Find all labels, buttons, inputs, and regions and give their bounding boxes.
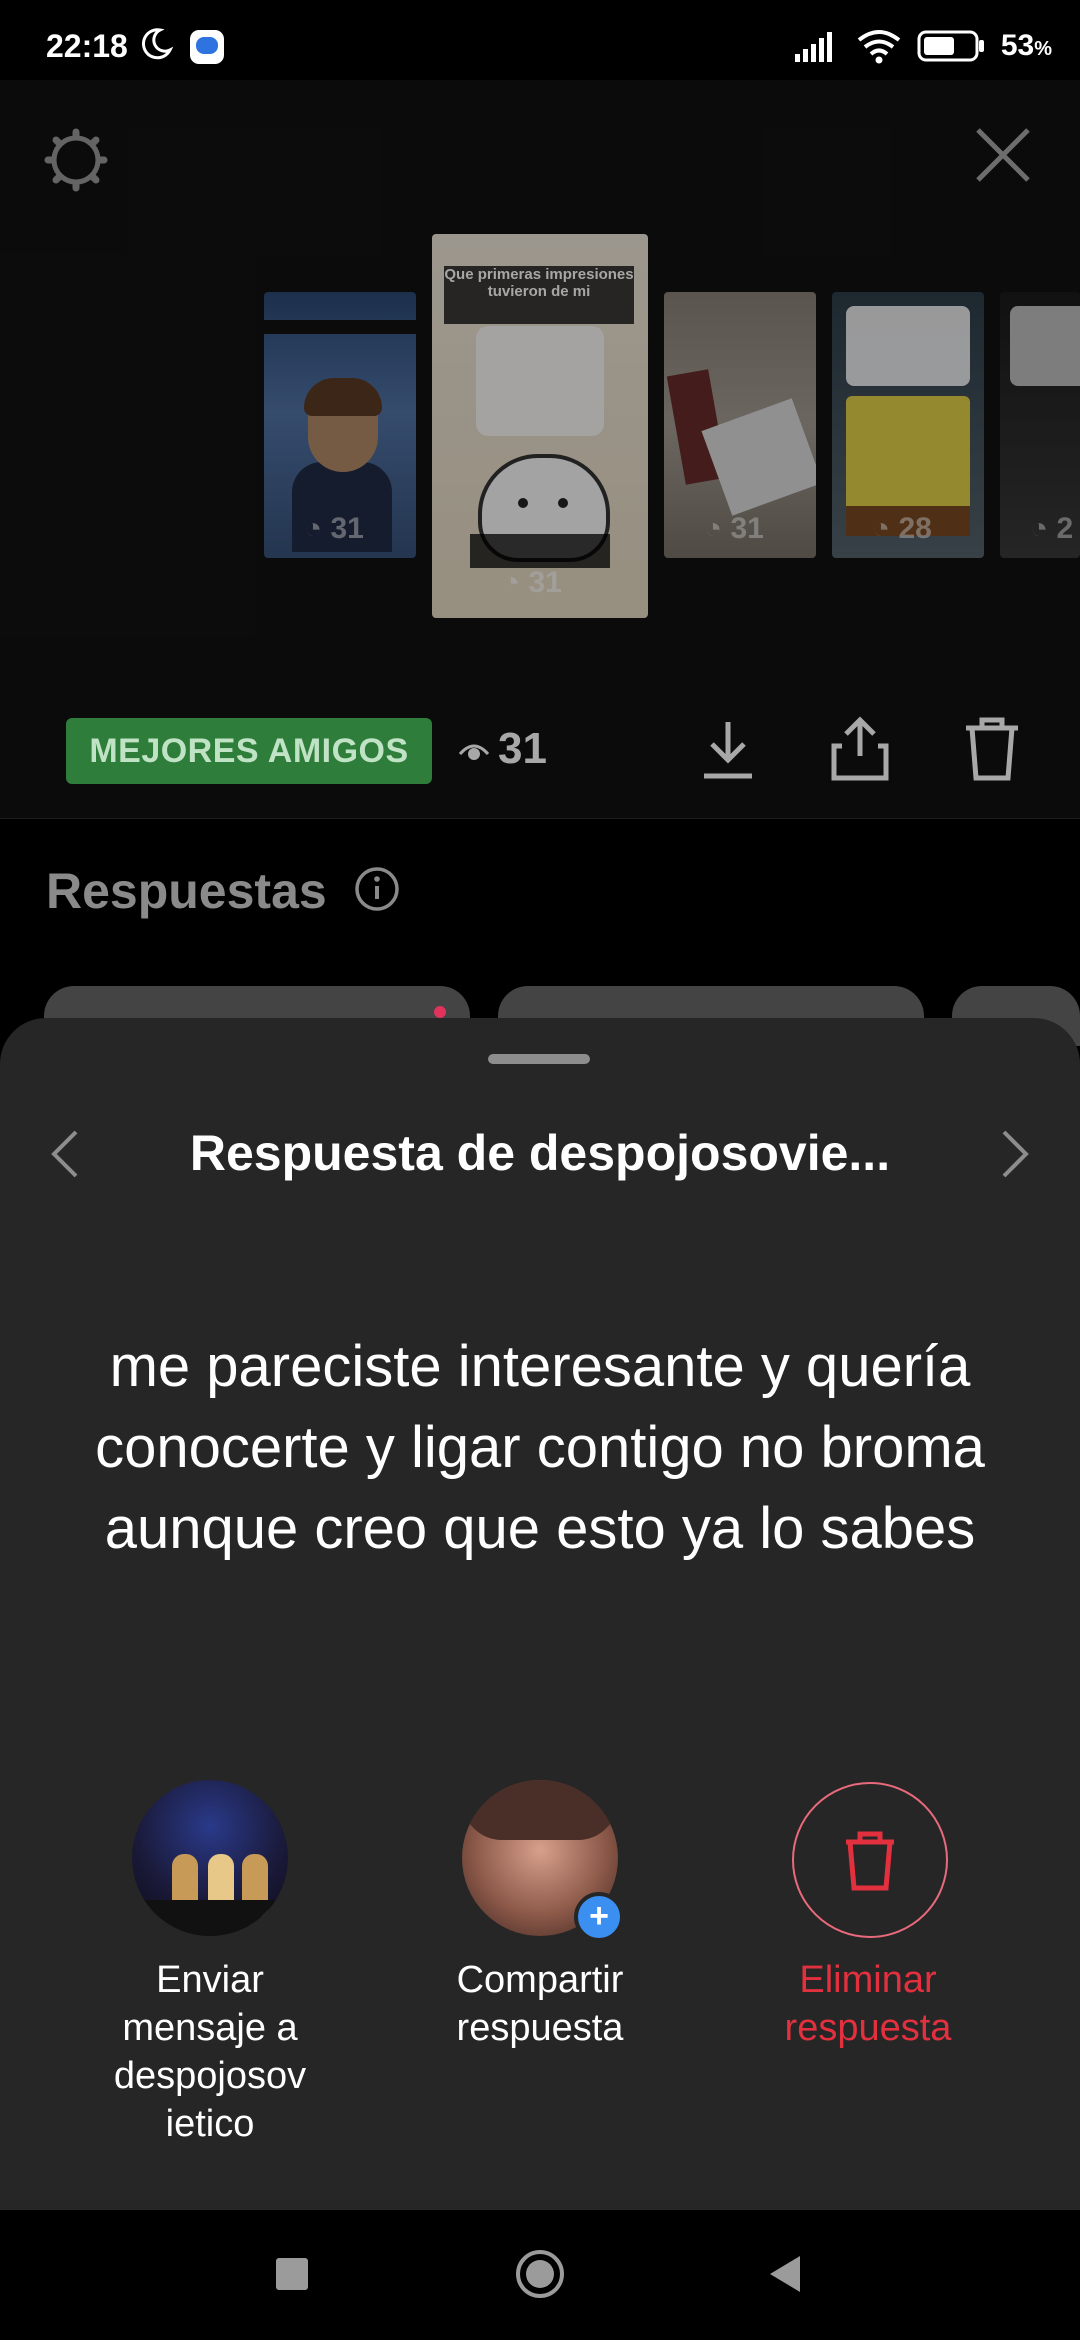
status-time: 22:18 [46, 28, 128, 64]
story-thumbnail[interactable]: ◔ 28 [832, 292, 984, 558]
trash-icon [846, 1831, 894, 1891]
selected-story-pointer [514, 654, 566, 684]
unread-dot [434, 1006, 446, 1018]
sheet-title: Respuesta de despojosovie... [189, 1125, 891, 1181]
delete-response-button[interactable] [792, 1782, 948, 1938]
settings-gear-icon[interactable] [44, 128, 108, 192]
share-response-label[interactable]: Compartir respuesta [425, 1956, 655, 2052]
close-icon[interactable] [972, 124, 1034, 186]
responses-heading: Respuestas [46, 863, 327, 919]
question-sticker [476, 326, 604, 436]
do-not-disturb-moon-icon [141, 28, 174, 60]
views-count[interactable]: 31 [498, 724, 547, 774]
home-button[interactable] [514, 2248, 566, 2300]
signal-icon [794, 32, 832, 62]
thumbnail-caption-bar [264, 320, 416, 334]
battery-icon [917, 30, 984, 62]
back-button[interactable] [766, 2254, 804, 2294]
plus-icon: + [574, 1892, 624, 1942]
character-hair [304, 378, 382, 416]
thumbnail-caption: Que primeras impresiones tuvieron de mi [444, 266, 634, 324]
sheet-drag-handle[interactable] [488, 1054, 590, 1064]
stage-floor [132, 1900, 288, 1936]
recents-button[interactable] [276, 2258, 308, 2290]
thumbnail-views: ◔ 31 [704, 512, 764, 545]
sender-avatar[interactable] [132, 1780, 288, 1936]
question-sticker [1010, 306, 1080, 386]
chevron-left-icon[interactable] [46, 1126, 86, 1182]
story-thumbnail[interactable]: ◔ 31 [664, 292, 816, 558]
trash-icon[interactable] [960, 714, 1024, 784]
avatar-hair [462, 1780, 618, 1840]
messages-notification-icon [190, 30, 224, 64]
paper-scrap [701, 398, 816, 516]
wifi-icon [857, 30, 901, 64]
battery-percent: 53% [1000, 29, 1052, 62]
thumbnail-views: ◔ 31 [304, 512, 364, 545]
views-eye-icon [458, 744, 490, 760]
story-thumbnail[interactable]: ◔ 31 [264, 292, 416, 558]
share-icon[interactable] [828, 714, 892, 784]
close-friends-badge: MEJORES AMIGOS [66, 718, 432, 784]
story-thumbnail[interactable]: ◔ 2 [1000, 292, 1080, 558]
response-text: me pareciste interesante y quería conoce… [95, 1334, 985, 1561]
thumbnail-views: ◔ 2 [1030, 512, 1074, 545]
thumbnail-views: ◔ 31 [502, 566, 562, 599]
thumbnail-caption-bar [470, 534, 610, 568]
send-message-label[interactable]: Enviar mensaje a despojosov ietico [95, 1956, 325, 2148]
story-thumbnail-selected[interactable]: Que primeras impresiones tuvieron de mi … [432, 234, 648, 618]
delete-response-label[interactable]: Eliminar respuesta [753, 1956, 983, 2052]
question-sticker [846, 306, 970, 386]
status-indicators: 53% [793, 26, 1052, 66]
info-icon[interactable] [354, 866, 400, 912]
download-icon[interactable] [696, 714, 760, 784]
thumbnail-views: ◔ 28 [872, 512, 932, 545]
chevron-right-icon[interactable] [994, 1126, 1034, 1182]
